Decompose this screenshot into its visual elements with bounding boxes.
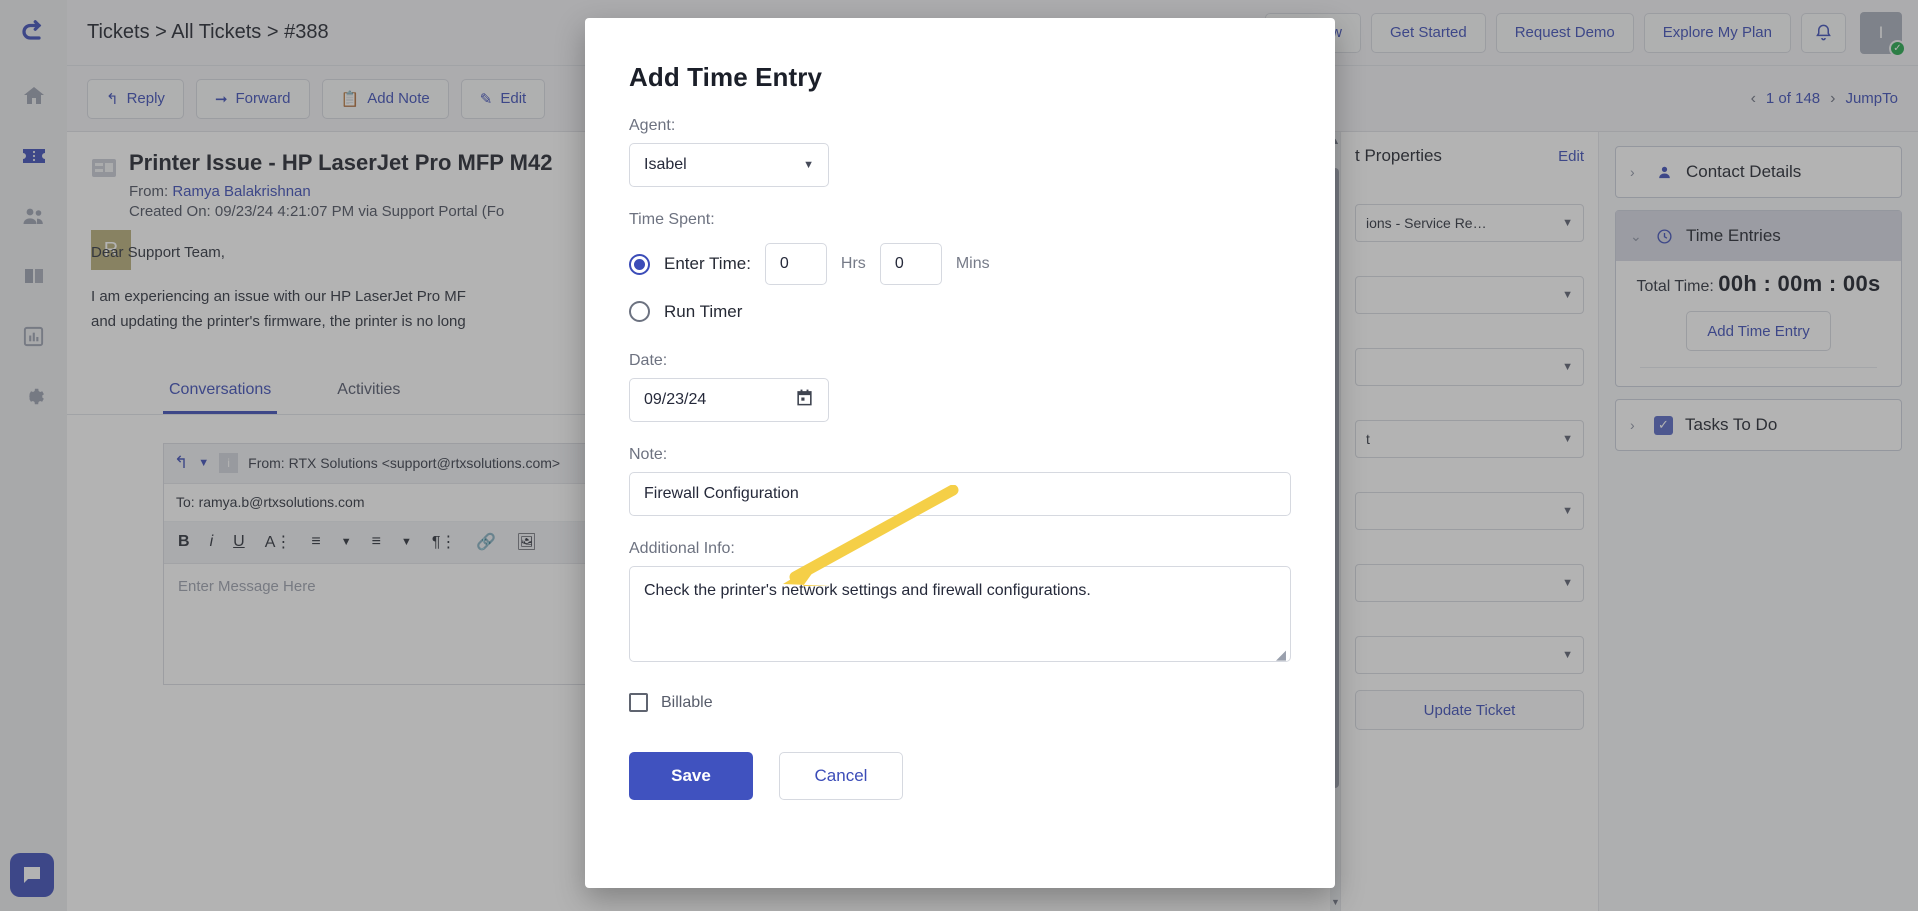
agent-select-value: Isabel [644, 156, 687, 173]
additional-info-label: Additional Info: [629, 540, 735, 557]
agent-label: Agent: [629, 117, 676, 134]
enter-time-label: Enter Time: [664, 254, 751, 273]
app-root: Tickets > All Tickets > #388 + New Get S… [0, 0, 1918, 911]
note-input[interactable]: Firewall Configuration [629, 472, 1291, 516]
billable-row: Billable [629, 693, 1291, 712]
time-spent-label: Time Spent: [629, 211, 715, 228]
date-label: Date: [629, 352, 668, 369]
billable-label: Billable [661, 693, 713, 711]
enter-time-radio[interactable] [629, 253, 650, 275]
note-label: Note: [629, 446, 668, 463]
agent-select[interactable]: Isabel ▼ [629, 143, 829, 187]
date-input-value: 09/23/24 [644, 391, 707, 408]
enter-time-row: Enter Time: 0 Hrs 0 Mins [629, 243, 1291, 285]
chevron-down-icon: ▼ [803, 159, 814, 171]
save-button[interactable]: Save [629, 752, 753, 800]
hours-input[interactable]: 0 [764, 243, 827, 285]
cancel-button[interactable]: Cancel [779, 752, 903, 800]
minutes-input[interactable]: 0 [879, 243, 942, 285]
date-input[interactable]: 09/23/24 [629, 378, 829, 422]
add-time-entry-dialog: Add Time Entry Agent: Isabel ▼ Time Spen… [585, 18, 1335, 888]
run-timer-radio[interactable] [629, 301, 650, 322]
dialog-title: Add Time Entry [629, 62, 823, 92]
hours-unit-label: Hrs [840, 255, 866, 272]
billable-checkbox[interactable] [629, 693, 648, 712]
run-timer-label: Run Timer [664, 301, 743, 321]
additional-info-textarea[interactable]: Check the printer's network settings and… [629, 566, 1291, 662]
calendar-icon[interactable] [795, 388, 814, 412]
minutes-unit-label: Mins [955, 255, 990, 272]
resize-handle-icon[interactable]: ◢ [1276, 647, 1286, 663]
run-timer-row: Run Timer [629, 301, 1291, 322]
